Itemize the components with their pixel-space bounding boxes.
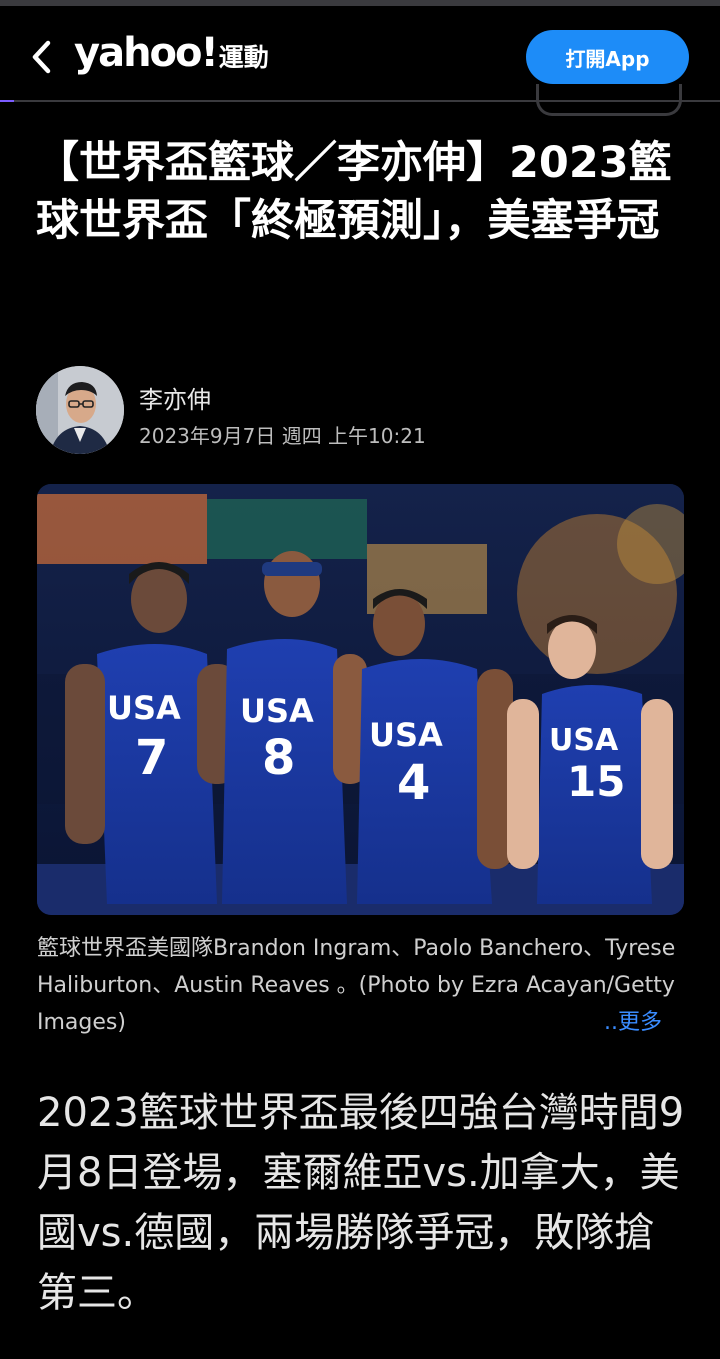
- article-hero-image[interactable]: USA 7 USA 8 USA 4 USA 15: [37, 484, 684, 915]
- jersey-number-8: 8: [262, 730, 295, 786]
- author-byline: 李亦伸 2023年9月7日 週四 上午10:21: [36, 366, 686, 456]
- logo-section: 運動: [218, 43, 269, 72]
- article-body-paragraph: 2023籃球世界盃最後四強台灣時間9月8日登場，塞爾維亞vs.加拿大，美國vs.…: [37, 1090, 685, 1316]
- jersey-text-7: USA: [107, 689, 181, 727]
- caption-more-link[interactable]: ..更多: [604, 1004, 662, 1041]
- back-button[interactable]: [22, 34, 62, 80]
- author-avatar[interactable]: [36, 366, 124, 454]
- jersey-number-4: 4: [397, 755, 430, 811]
- yahoo-sports-logo[interactable]: yahoo! 運動: [74, 30, 269, 82]
- avatar-portrait: [36, 366, 124, 454]
- open-app-button[interactable]: 打開App: [526, 30, 689, 84]
- article-title: 【世界盃籃球／李亦伸】2023籃球世界盃「終極預測」，美塞爭冠: [36, 138, 672, 246]
- jersey-number-15: 15: [567, 757, 625, 806]
- jersey-text-4: USA: [369, 716, 443, 754]
- reading-progress-fill: [0, 100, 15, 102]
- image-caption: 籃球世界盃美國隊Brandon Ingram、Paolo Banchero、Ty…: [37, 936, 676, 1035]
- jersey-text-8: USA: [240, 692, 314, 730]
- author-name[interactable]: 李亦伸: [139, 380, 211, 415]
- jersey-text-15: USA: [549, 723, 619, 758]
- chevron-left-icon: [32, 40, 51, 74]
- publish-date: 2023年9月7日 週四 上午10:21: [139, 424, 426, 448]
- jersey-number-7: 7: [135, 730, 168, 786]
- reading-progress-bar: [0, 100, 720, 102]
- logo-text: yahoo!: [74, 30, 219, 76]
- team-usa-photo: USA 7 USA 8 USA 4 USA 15: [37, 484, 684, 915]
